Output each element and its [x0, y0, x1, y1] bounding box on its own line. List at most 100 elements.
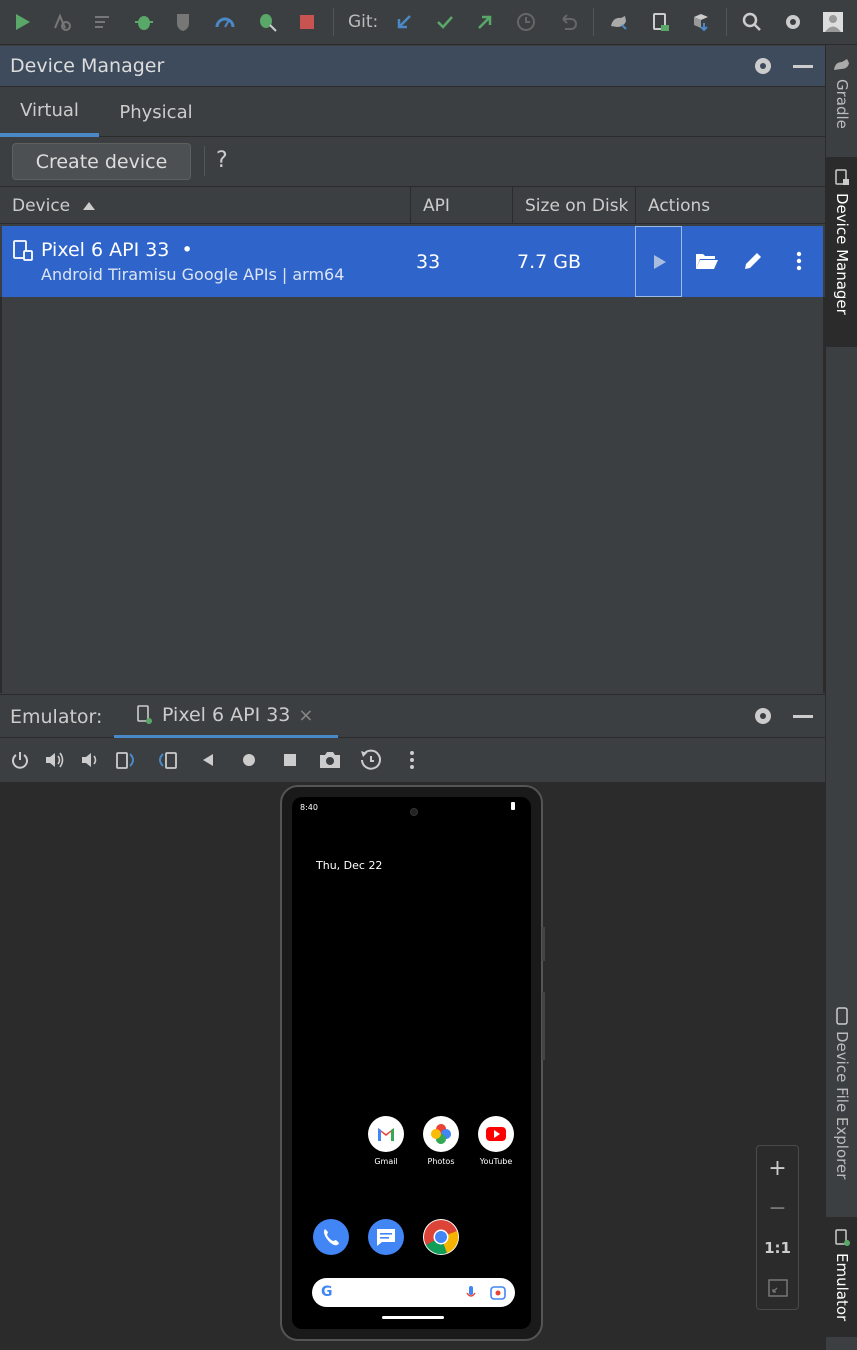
- emulator-tab-label: Emulator: [833, 1253, 851, 1322]
- column-api[interactable]: API: [411, 187, 513, 224]
- rotate-left-icon[interactable]: [114, 748, 138, 772]
- show-on-disk-button[interactable]: [692, 246, 722, 276]
- emulator-icon: [835, 1229, 850, 1246]
- git-update-icon[interactable]: [388, 6, 420, 38]
- git-push-icon[interactable]: [469, 6, 501, 38]
- device-screen[interactable]: 8:40 Thu, Dec 22 Gmail Photos YouTube G: [292, 797, 531, 1329]
- google-search-bar[interactable]: G: [312, 1278, 515, 1307]
- chrome-app-icon[interactable]: [423, 1219, 459, 1255]
- device-manager-toolbar: Create device ?: [0, 138, 825, 186]
- battery-icon: [511, 802, 515, 810]
- panel-title: Device Manager: [10, 55, 165, 77]
- device-manager-tab-label: Device Manager: [833, 193, 851, 315]
- zoom-out-button[interactable]: −: [757, 1188, 798, 1228]
- gear-icon[interactable]: [752, 55, 774, 81]
- photos-label: Photos: [427, 1157, 455, 1166]
- stop-icon[interactable]: [291, 6, 323, 38]
- volume-up-icon[interactable]: [43, 748, 67, 772]
- emulator-gear-icon[interactable]: [752, 705, 774, 731]
- table-header: Device API Size on Disk Actions: [0, 186, 825, 224]
- photos-app-icon[interactable]: [423, 1116, 459, 1152]
- power-icon[interactable]: [8, 748, 32, 772]
- settings-gear-icon[interactable]: [777, 6, 809, 38]
- rotate-right-icon[interactable]: [155, 748, 179, 772]
- device-file-explorer-tab[interactable]: Device File Explorer: [826, 1007, 857, 1207]
- column-device[interactable]: Device: [0, 187, 411, 224]
- gradle-tab-label: Gradle: [833, 79, 851, 129]
- actual-size-button[interactable]: 1:1: [757, 1228, 798, 1268]
- volume-down-icon[interactable]: [78, 748, 102, 772]
- apply-code-changes-icon[interactable]: [87, 6, 119, 38]
- phone-frame: 8:40 Thu, Dec 22 Gmail Photos YouTube G: [280, 785, 545, 1341]
- back-icon[interactable]: [196, 748, 220, 772]
- sdk-manager-icon[interactable]: [685, 6, 717, 38]
- gesture-nav-bar[interactable]: [382, 1316, 444, 1319]
- git-label: Git:: [348, 12, 379, 32]
- git-commit-icon[interactable]: [429, 6, 461, 38]
- run-icon[interactable]: [6, 6, 38, 38]
- device-manager-icon[interactable]: [644, 6, 676, 38]
- table-row[interactable]: Pixel 6 API 33 • Android Tiramisu Google…: [2, 226, 823, 297]
- gradle-tab[interactable]: Gradle: [826, 57, 857, 157]
- more-vertical-icon: [796, 251, 802, 271]
- device-file-explorer-tab-label: Device File Explorer: [833, 1031, 851, 1180]
- messages-app-icon[interactable]: [368, 1219, 404, 1255]
- edit-button[interactable]: [738, 246, 768, 276]
- debug-icon[interactable]: [128, 6, 160, 38]
- fit-screen-button[interactable]: [757, 1268, 798, 1308]
- snapshot-icon[interactable]: [359, 748, 383, 772]
- sort-ascending-icon: [83, 201, 96, 210]
- column-device-label: Device: [12, 195, 71, 216]
- gradle-sync-icon[interactable]: [603, 6, 635, 38]
- help-icon[interactable]: ?: [216, 148, 228, 173]
- device-tabs: Virtual Physical: [0, 87, 825, 137]
- youtube-label: YouTube: [479, 1157, 513, 1166]
- screenshot-camera-icon[interactable]: [318, 748, 342, 772]
- emulator-device-tab[interactable]: Pixel 6 API 33 ×: [114, 695, 338, 738]
- close-tab-icon[interactable]: ×: [298, 705, 313, 726]
- launch-button[interactable]: [635, 226, 682, 297]
- more-actions-button[interactable]: [784, 246, 814, 276]
- more-options-icon[interactable]: [400, 748, 424, 772]
- rollback-icon[interactable]: [552, 6, 584, 38]
- main-toolbar: Git:: [0, 0, 857, 45]
- emulator-tab-title: Pixel 6 API 33: [162, 704, 291, 726]
- create-device-button[interactable]: Create device: [12, 143, 191, 180]
- emulator-tab[interactable]: Emulator: [826, 1217, 857, 1337]
- zoom-controls: + − 1:1: [756, 1145, 799, 1310]
- right-tool-strip: Gradle Device Manager Device File Explor…: [825, 45, 857, 1350]
- lens-icon[interactable]: [490, 1285, 506, 1301]
- column-actions: Actions: [648, 195, 711, 216]
- home-date: Thu, Dec 22: [316, 859, 383, 872]
- history-icon[interactable]: [510, 6, 542, 38]
- play-icon: [653, 254, 666, 269]
- profile-icon[interactable]: [209, 6, 241, 38]
- tab-virtual[interactable]: Virtual: [0, 87, 99, 137]
- tab-physical[interactable]: Physical: [106, 87, 206, 137]
- home-icon[interactable]: [237, 748, 261, 772]
- device-running-icon: [137, 705, 152, 724]
- avatar[interactable]: [817, 6, 849, 38]
- column-size[interactable]: Size on Disk: [513, 187, 636, 224]
- device-manager-header: Device Manager: [0, 46, 825, 87]
- device-api: 33: [416, 251, 441, 273]
- device-size: 7.7 GB: [517, 251, 582, 273]
- mic-icon[interactable]: [466, 1285, 476, 1301]
- apply-changes-icon[interactable]: [46, 6, 78, 38]
- device-manager-tab[interactable]: Device Manager: [826, 157, 857, 347]
- search-icon[interactable]: [736, 6, 768, 38]
- gmail-app-icon[interactable]: [368, 1116, 404, 1152]
- phone-app-icon[interactable]: [313, 1219, 349, 1255]
- overview-icon[interactable]: [278, 748, 302, 772]
- coverage-icon[interactable]: [168, 6, 200, 38]
- emulator-minimize-icon[interactable]: [793, 715, 813, 718]
- pencil-icon: [745, 253, 761, 269]
- google-g-icon: G: [321, 1284, 333, 1300]
- zoom-in-button[interactable]: +: [757, 1148, 798, 1188]
- emulator-header: Emulator: Pixel 6 API 33 ×: [0, 694, 825, 738]
- minimize-icon[interactable]: [793, 65, 813, 68]
- attach-debugger-icon[interactable]: [251, 6, 283, 38]
- youtube-app-icon[interactable]: [478, 1116, 514, 1152]
- device-phone-icon: [13, 240, 33, 261]
- fit-screen-icon: [767, 1279, 788, 1297]
